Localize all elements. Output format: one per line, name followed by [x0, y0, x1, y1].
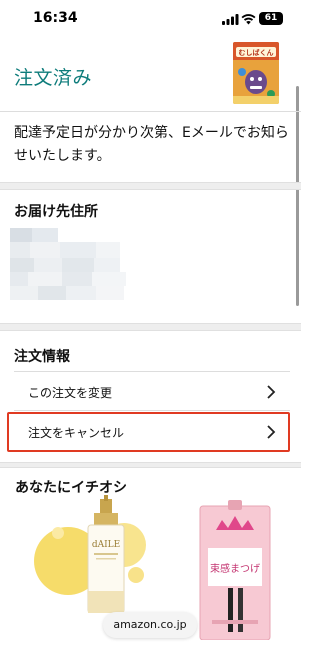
chevron-right-icon: [267, 385, 276, 399]
shipping-address-heading: お届け先住所: [14, 204, 98, 220]
divider: [0, 111, 301, 112]
section-separator: [0, 462, 301, 468]
cancel-order-row[interactable]: 注文をキャンセル: [14, 414, 290, 450]
cover-title: むしばくん: [239, 48, 274, 57]
serum-brand: dAILE: [92, 540, 120, 550]
change-order-label: この注文を変更: [28, 386, 113, 400]
section-separator: [0, 323, 301, 331]
status-bar: 16:34 61: [0, 0, 301, 40]
order-status-title: 注文済み: [14, 67, 93, 89]
status-time: 16:34: [33, 10, 78, 26]
recommended-product-serum[interactable]: dAILE: [28, 495, 156, 614]
battery-icon: 61: [259, 12, 283, 25]
recommended-product-mascara[interactable]: 束感まつげ: [198, 500, 272, 641]
redacted-address: [10, 228, 130, 308]
wifi-icon: [241, 14, 256, 25]
battery-level: 61: [264, 13, 278, 23]
scrollbar[interactable]: [296, 86, 299, 306]
recommendations-heading: あなたにイチオシ: [15, 480, 127, 496]
delivery-message: 配達予定日が分かり次第、Eメールでお知らせいたします。: [14, 125, 289, 164]
product-thumbnail[interactable]: むしばくん: [233, 42, 279, 104]
signal-icon: [222, 14, 239, 25]
browser-url-bar[interactable]: amazon.co.jp: [103, 612, 197, 638]
divider: [14, 410, 290, 411]
mascara-brand: 束感まつげ: [210, 562, 260, 575]
change-order-row[interactable]: この注文を変更: [14, 372, 290, 410]
order-info-heading: 注文情報: [14, 349, 70, 365]
chevron-right-icon: [267, 425, 276, 439]
section-separator: [0, 182, 301, 190]
cancel-order-label: 注文をキャンセル: [28, 426, 125, 440]
